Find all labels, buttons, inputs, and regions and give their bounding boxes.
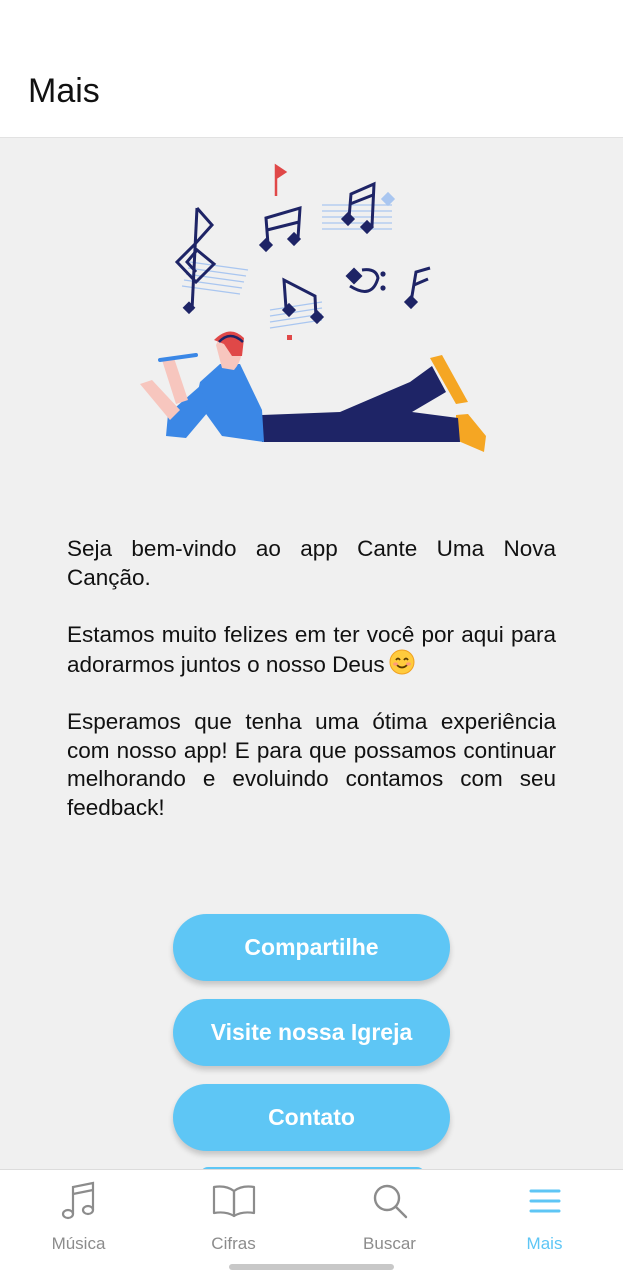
tab-mais-label: Mais — [526, 1234, 563, 1253]
book-icon — [212, 1180, 256, 1222]
app-header: Mais — [0, 0, 623, 138]
tab-musica[interactable]: Música — [1, 1170, 156, 1260]
tab-cifras[interactable]: Cifras — [156, 1170, 311, 1260]
search-icon — [371, 1180, 409, 1222]
music-note-icon — [61, 1180, 97, 1222]
page-title: Mais — [28, 72, 100, 110]
tab-musica-label: Música — [51, 1234, 106, 1253]
welcome-paragraph-1: Seja bem-vindo ao app Cante Uma Nova Can… — [67, 536, 556, 590]
music-illustration — [140, 163, 486, 452]
welcome-paragraph-2-text: Estamos muito felizes em ter você por aq… — [67, 621, 556, 678]
contact-button[interactable]: Contato — [173, 1084, 450, 1151]
menu-icon — [529, 1180, 561, 1222]
tab-buscar[interactable]: Buscar — [312, 1170, 467, 1260]
smiling-face-icon — [389, 649, 415, 675]
tab-cifras-label: Cifras — [211, 1234, 256, 1253]
share-button[interactable]: Compartilhe — [173, 914, 450, 981]
tab-buscar-label: Buscar — [363, 1234, 416, 1253]
home-indicator[interactable] — [229, 1264, 394, 1270]
tab-mais[interactable]: Mais — [467, 1170, 622, 1260]
visit-church-button[interactable]: Visite nossa Igreja — [173, 999, 450, 1066]
welcome-paragraph-2: Estamos muito felizes em ter você por aq… — [67, 621, 556, 680]
welcome-paragraph-3: Esperamos que tenha uma ótima experiênci… — [67, 709, 556, 820]
welcome-text: Seja bem-vindo ao app Cante Uma Nova Can… — [67, 535, 556, 851]
